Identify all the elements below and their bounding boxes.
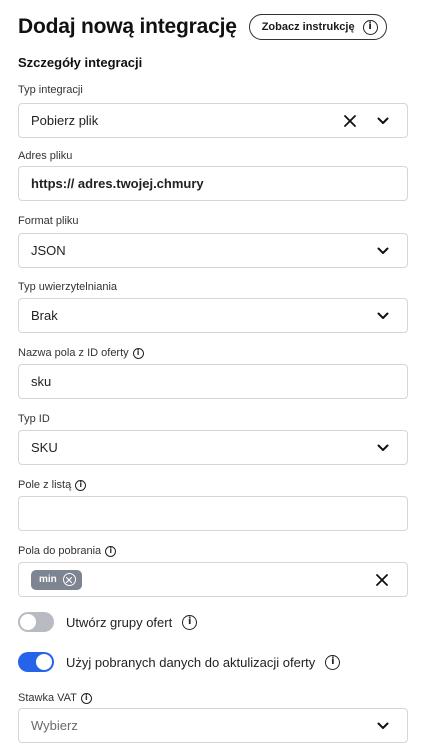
info-icon[interactable]: i xyxy=(132,347,144,359)
view-instructions-label: Zobacz instrukcję xyxy=(261,21,355,33)
tag-list: min xyxy=(31,569,373,590)
clear-icon[interactable] xyxy=(341,112,359,130)
id-type-value: SKU xyxy=(31,440,58,455)
use-fetched-data-label: Użyj pobranych danych do aktulizacji ofe… xyxy=(66,654,316,670)
chevron-down-icon[interactable] xyxy=(373,111,393,131)
create-offer-groups-row: Utwórz grupy ofert i xyxy=(18,612,198,632)
use-fetched-data-toggle[interactable] xyxy=(18,652,54,672)
info-icon[interactable]: i xyxy=(80,692,92,704)
toggle-knob xyxy=(20,614,36,630)
offer-id-label-text: Nazwa pola z ID oferty xyxy=(18,347,129,359)
auth-type-value: Brak xyxy=(31,308,58,323)
file-format-value: JSON xyxy=(31,243,66,258)
file-address-input[interactable]: https:// adres.twojej.chmury xyxy=(18,166,408,201)
offer-id-value: sku xyxy=(31,374,52,389)
chevron-down-icon[interactable] xyxy=(373,438,393,458)
fields-to-fetch-field: Pola do pobrania i min xyxy=(18,544,408,597)
integration-type-value: Pobierz plik xyxy=(31,113,99,128)
integration-type-field: Typ integracji Pobierz plik xyxy=(18,83,408,138)
chevron-down-icon[interactable] xyxy=(373,241,393,261)
fields-to-fetch-label-text: Pola do pobrania xyxy=(18,545,102,557)
auth-type-label: Typ uwierzytelniania xyxy=(18,281,118,293)
tag-chip: min xyxy=(31,569,82,590)
toggle-knob xyxy=(36,654,52,670)
use-fetched-data-row: Użyj pobranych danych do aktulizacji ofe… xyxy=(18,652,341,672)
id-type-field: Typ ID SKU xyxy=(18,412,408,465)
view-instructions-button[interactable]: Zobacz instrukcję i xyxy=(248,14,387,40)
create-offer-groups-toggle[interactable] xyxy=(18,612,54,632)
info-icon[interactable]: i xyxy=(325,654,341,670)
info-icon: i xyxy=(362,19,378,35)
vat-rate-label-text: Stawka VAT xyxy=(18,692,77,704)
file-address-field: Adres pliku https:// adres.twojej.chmury xyxy=(18,149,408,201)
chevron-down-icon[interactable] xyxy=(373,306,393,326)
list-field-input[interactable] xyxy=(18,496,408,531)
id-type-label: Typ ID xyxy=(18,413,50,425)
section-title: Szczegóły integracji xyxy=(18,55,143,70)
integration-type-select[interactable]: Pobierz plik xyxy=(18,103,408,138)
file-format-field: Format pliku JSON xyxy=(18,214,408,268)
page-header: Dodaj nową integrację Zobacz instrukcję … xyxy=(18,14,387,40)
offer-id-field: Nazwa pola z ID oferty i sku xyxy=(18,346,408,399)
vat-rate-select[interactable]: Wybierz xyxy=(18,708,408,743)
clear-icon[interactable] xyxy=(373,571,391,589)
fields-to-fetch-multiselect[interactable]: min xyxy=(18,562,408,597)
tag-label: min xyxy=(39,574,57,585)
integration-type-label: Typ integracji xyxy=(18,84,83,96)
remove-tag-icon[interactable] xyxy=(62,573,76,586)
fields-to-fetch-label: Pola do pobrania i xyxy=(18,544,408,558)
chevron-down-icon[interactable] xyxy=(373,716,393,736)
list-field-label-text: Pole z listą xyxy=(18,479,72,491)
file-format-label: Format pliku xyxy=(18,215,79,227)
list-field: Pole z listą i xyxy=(18,478,408,531)
vat-rate-field: Stawka VAT i Wybierz xyxy=(18,691,408,743)
vat-rate-label: Stawka VAT i xyxy=(18,691,408,705)
offer-id-input[interactable]: sku xyxy=(18,364,408,399)
id-type-select[interactable]: SKU xyxy=(18,430,408,465)
page-title: Dodaj nową integrację xyxy=(18,15,237,38)
auth-type-field: Typ uwierzytelniania Brak xyxy=(18,280,408,333)
list-field-label: Pole z listą i xyxy=(18,478,408,492)
file-address-value: https:// adres.twojej.chmury xyxy=(31,176,204,191)
file-address-label: Adres pliku xyxy=(18,150,73,162)
offer-id-label: Nazwa pola z ID oferty i xyxy=(18,346,408,360)
file-format-select[interactable]: JSON xyxy=(18,233,408,268)
info-icon[interactable]: i xyxy=(75,479,87,491)
create-offer-groups-label: Utwórz grupy ofert xyxy=(66,614,173,630)
auth-type-select[interactable]: Brak xyxy=(18,298,408,333)
info-icon[interactable]: i xyxy=(182,614,198,630)
vat-rate-placeholder: Wybierz xyxy=(31,718,78,733)
info-icon[interactable]: i xyxy=(105,545,117,557)
